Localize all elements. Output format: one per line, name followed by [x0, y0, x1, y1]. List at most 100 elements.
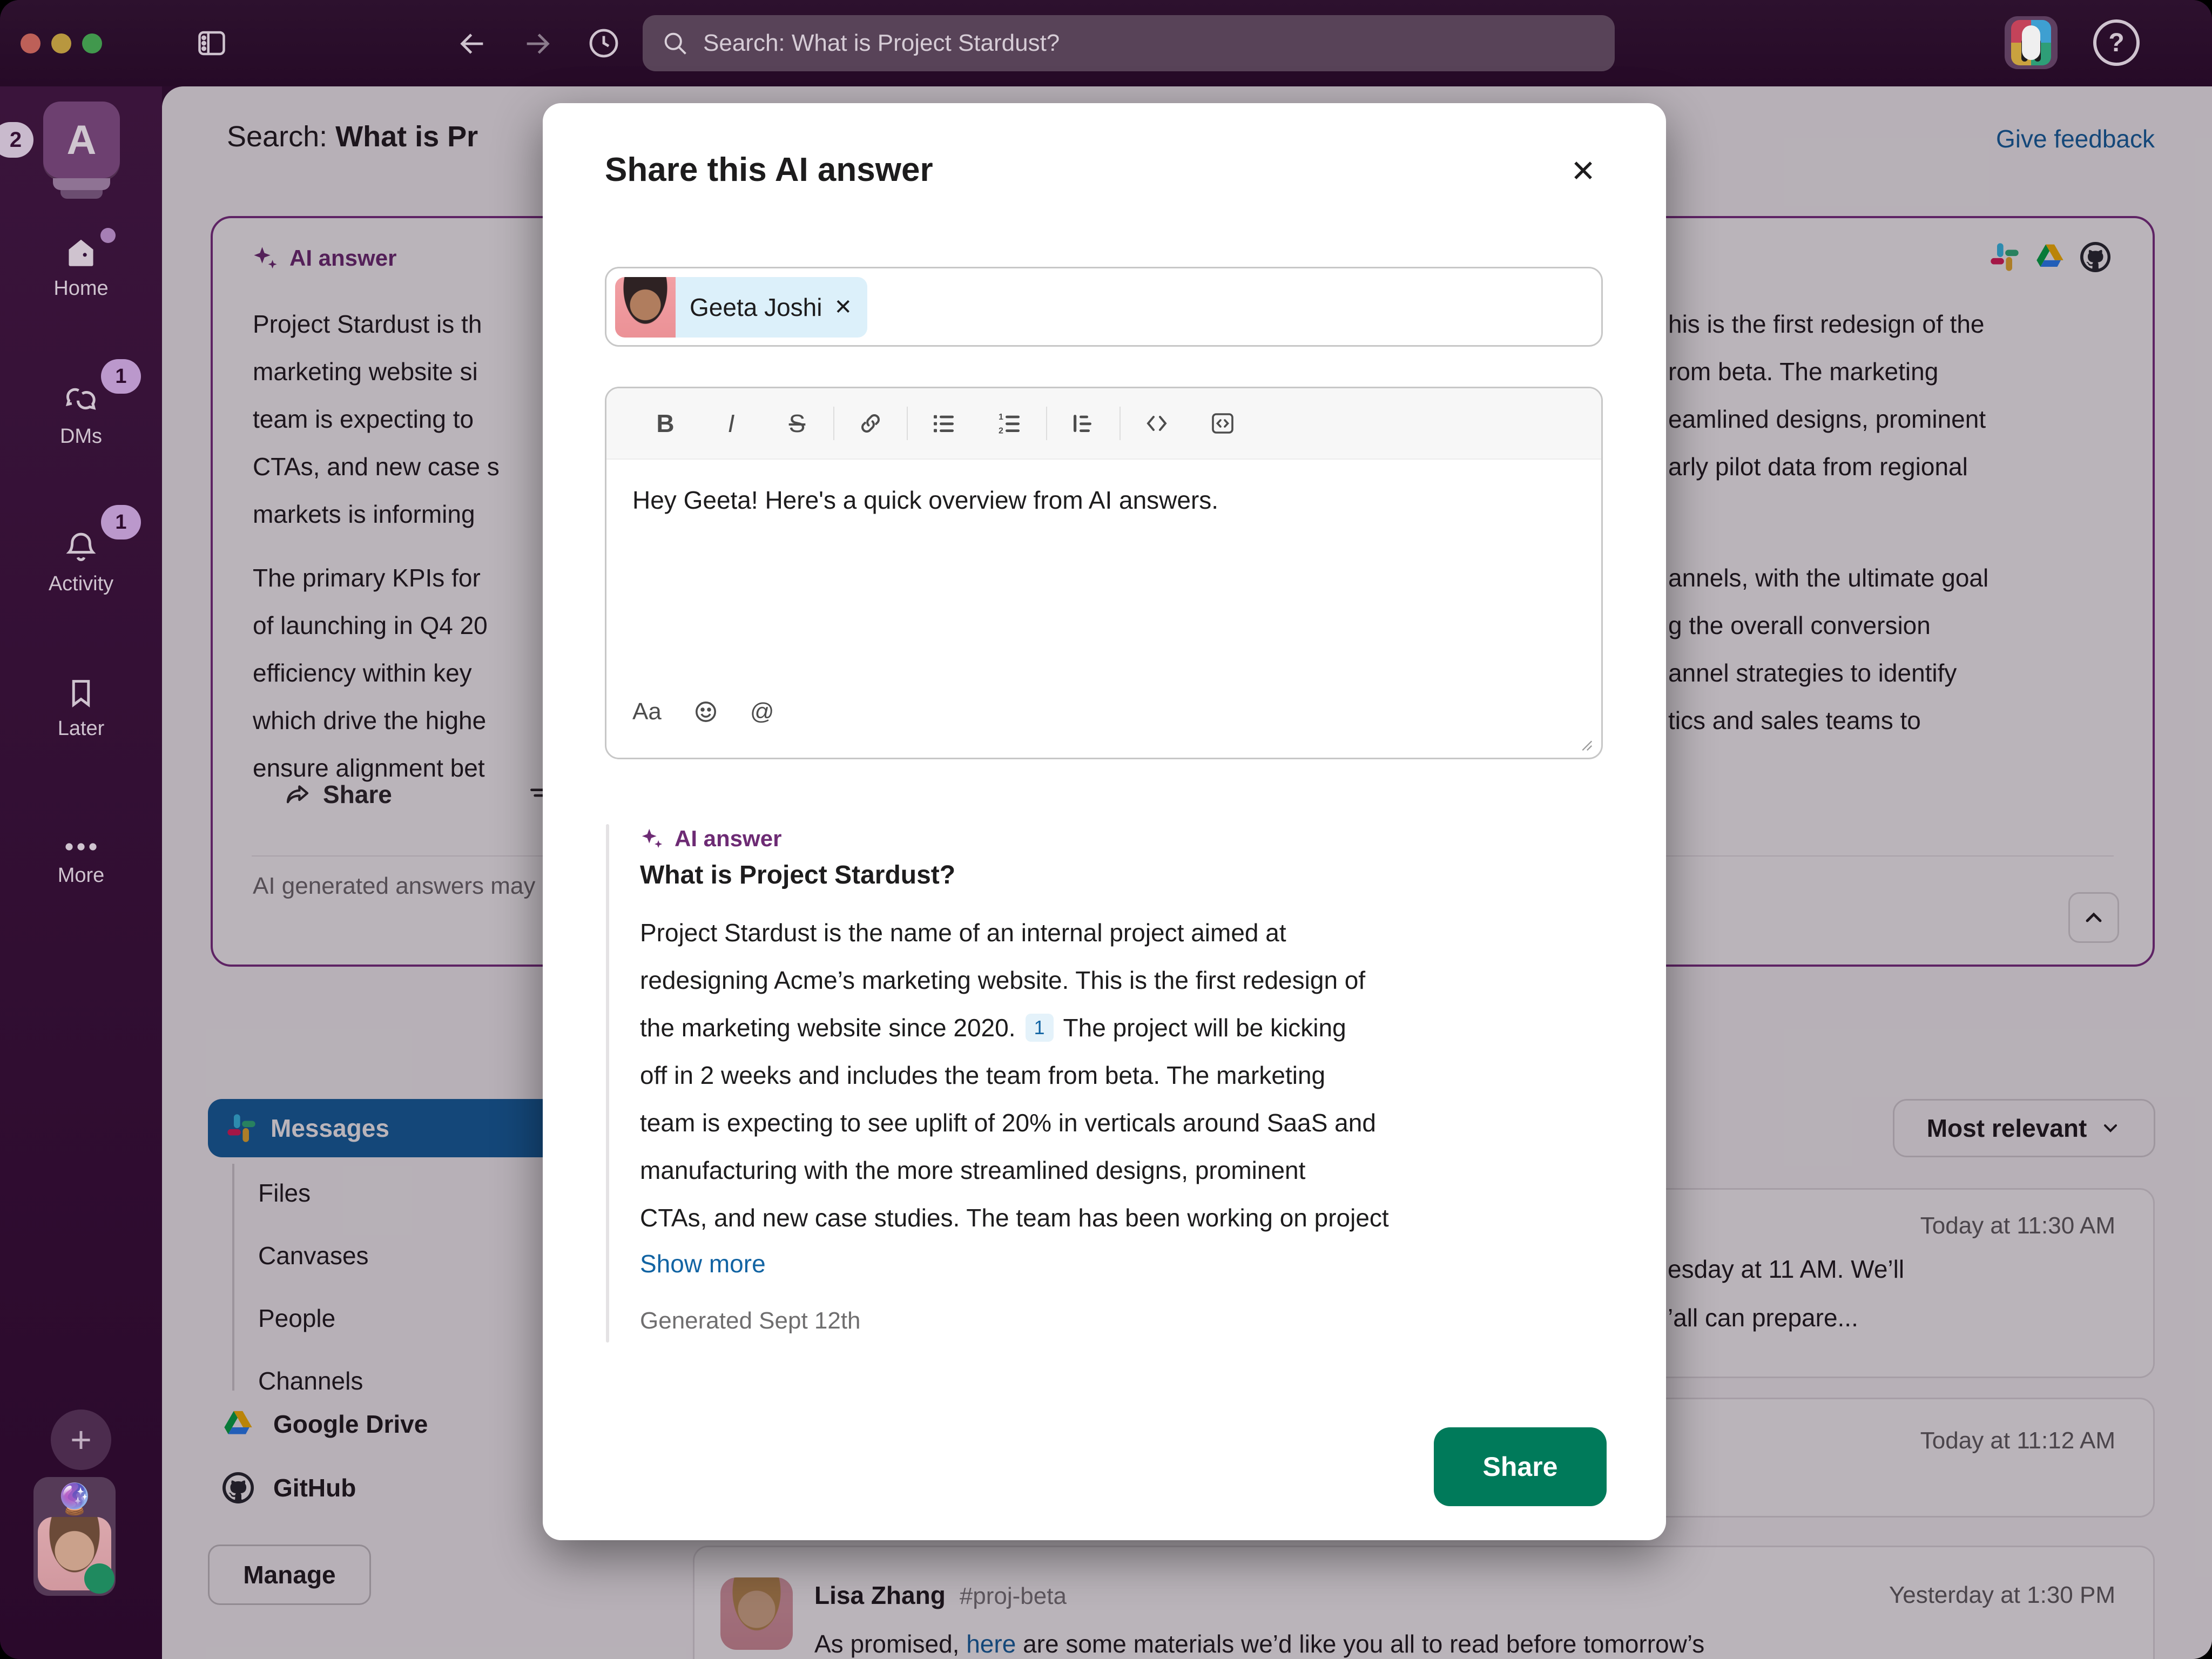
- sort-dropdown[interactable]: Most relevant: [1893, 1099, 2155, 1157]
- filter-tab-files[interactable]: Files: [258, 1178, 311, 1208]
- collapse-answer-button[interactable]: [2068, 892, 2119, 943]
- message-text-pre: As promised,: [814, 1630, 966, 1658]
- sidebar-toggle-icon[interactable]: [195, 27, 228, 59]
- remove-recipient-icon[interactable]: ✕: [834, 295, 867, 320]
- sparkle-icon: [252, 244, 280, 272]
- show-more-link[interactable]: Show more: [640, 1249, 766, 1278]
- preview-line3-post: The project will be kicking: [1063, 1014, 1346, 1042]
- window-controls: [21, 33, 102, 53]
- more-label: More: [58, 864, 105, 887]
- workspace-unread-badge: 2: [0, 122, 33, 158]
- numbered-list-button[interactable]: 12: [977, 399, 1043, 448]
- message-text-post: are some materials we’d like you all to …: [1016, 1630, 1704, 1658]
- recipient-input[interactable]: Geeta Joshi ✕: [605, 267, 1603, 347]
- workspace-initial: A: [67, 117, 97, 164]
- code-button[interactable]: [1124, 399, 1190, 448]
- toolbar-divider: [833, 407, 834, 440]
- bell-icon: [62, 528, 100, 566]
- presence-dot: [84, 1563, 114, 1594]
- filter-tab-messages[interactable]: Messages: [208, 1099, 558, 1157]
- filter-tab-github[interactable]: GitHub: [222, 1472, 356, 1503]
- filter-indent-line: [232, 1164, 234, 1391]
- bulleted-list-button[interactable]: [911, 399, 977, 448]
- google-drive-icon: [222, 1408, 254, 1440]
- result-text-line: esday at 11 AM. We’ll: [1668, 1255, 1904, 1284]
- blockquote-button[interactable]: [1050, 399, 1116, 448]
- home-label: Home: [53, 277, 108, 300]
- result-card-3[interactable]: Lisa Zhang #proj-beta Yesterday at 1:30 …: [693, 1546, 2155, 1659]
- message-composer[interactable]: B I S 12: [605, 387, 1603, 759]
- sidebar-item-home[interactable]: Home: [0, 235, 162, 300]
- avatar: [38, 1517, 111, 1590]
- citation-chip[interactable]: 1: [1026, 1014, 1054, 1042]
- workspace-stack-decoration: [53, 178, 110, 190]
- link-button[interactable]: [838, 399, 903, 448]
- manage-filters-button[interactable]: Manage: [208, 1545, 371, 1605]
- workspace-switcher[interactable]: A: [43, 102, 120, 178]
- italic-button[interactable]: I: [698, 399, 764, 448]
- history-clock-icon[interactable]: [586, 26, 621, 60]
- sidebar-item-more[interactable]: More: [0, 836, 162, 887]
- resize-handle[interactable]: [1576, 735, 1595, 753]
- preview-line3-pre: the marketing website since 2020.: [640, 1014, 1016, 1042]
- preview-question: What is Project Stardust?: [640, 860, 955, 890]
- status-emoji: 🔮: [33, 1481, 116, 1517]
- share-button[interactable]: Share: [1434, 1427, 1607, 1506]
- minimize-window-button[interactable]: [51, 33, 71, 53]
- mascot-face: [2011, 20, 2051, 65]
- share-answer-label: Share: [323, 780, 392, 809]
- google-drive-icon: [2035, 242, 2065, 272]
- modal-title: Share this AI answer: [605, 151, 933, 189]
- ai-answer-label: AI answer: [289, 245, 396, 271]
- strikethrough-button[interactable]: S: [764, 399, 830, 448]
- activity-label: Activity: [49, 572, 113, 596]
- toolbar-divider: [1120, 407, 1121, 440]
- help-icon[interactable]: ?: [2093, 19, 2140, 66]
- add-workspace-button[interactable]: +: [51, 1410, 111, 1470]
- sidebar-item-activity[interactable]: Activity: [0, 528, 162, 596]
- titlebar: Search: What is Project Stardust? ?: [0, 0, 2212, 86]
- filter-tab-google-drive[interactable]: Google Drive: [222, 1408, 428, 1440]
- give-feedback-link[interactable]: Give feedback: [1996, 124, 2155, 153]
- recipient-chip[interactable]: Geeta Joshi ✕: [615, 277, 867, 338]
- avatar: [615, 277, 676, 338]
- emoji-picker-icon[interactable]: [693, 687, 719, 736]
- zoom-window-button[interactable]: [82, 33, 102, 53]
- composer-text[interactable]: Hey Geeta! Here's a quick overview from …: [632, 485, 1218, 515]
- workspace-stack-decoration2: [60, 190, 103, 199]
- filter-tab-channels[interactable]: Channels: [258, 1366, 363, 1395]
- preview-answer: Project Stardust is the name of an inter…: [640, 909, 1389, 1242]
- code-block-button[interactable]: [1190, 399, 1256, 448]
- user-profile[interactable]: 🔮: [33, 1477, 116, 1596]
- search-input[interactable]: Search: What is Project Stardust?: [643, 15, 1615, 71]
- share-answer-button[interactable]: Share: [283, 780, 392, 809]
- recipient-name: Geeta Joshi: [676, 293, 834, 322]
- sidebar-item-dms[interactable]: DMs: [0, 381, 162, 448]
- history-back-icon[interactable]: [457, 28, 488, 59]
- ai-disclaimer: AI generated answers may: [253, 873, 535, 900]
- slackbot-mascot-icon[interactable]: [2005, 16, 2058, 69]
- close-icon[interactable]: ✕: [1570, 156, 1596, 186]
- format-toggle-button[interactable]: Aa: [632, 687, 662, 736]
- later-label: Later: [58, 717, 105, 740]
- filter-tab-people[interactable]: People: [258, 1304, 335, 1333]
- github-icon: [222, 1472, 254, 1503]
- message-timestamp: Yesterday at 1:30 PM: [1889, 1582, 2115, 1609]
- message-body: As promised, here are some materials we’…: [814, 1629, 1704, 1658]
- activity-badge: 1: [101, 505, 141, 539]
- ellipsis-icon: [63, 836, 99, 858]
- github-label: GitHub: [273, 1473, 356, 1502]
- filter-tab-canvases[interactable]: Canvases: [258, 1241, 369, 1270]
- here-link[interactable]: here: [966, 1630, 1016, 1658]
- toolbar-divider: [1046, 407, 1047, 440]
- bold-button[interactable]: B: [632, 399, 698, 448]
- history-forward-icon[interactable]: [522, 28, 553, 59]
- slack-app-window: Search: What is Project Stardust? ? 2 A …: [0, 0, 2212, 1659]
- close-window-button[interactable]: [21, 33, 41, 53]
- sidebar-item-later[interactable]: Later: [0, 675, 162, 740]
- mention-icon[interactable]: @: [750, 687, 774, 736]
- dms-icon: [62, 381, 100, 419]
- preview-ai-label: AI answer: [675, 826, 781, 852]
- forward-arrow-icon: [283, 780, 312, 809]
- messages-tab-label: Messages: [271, 1114, 389, 1143]
